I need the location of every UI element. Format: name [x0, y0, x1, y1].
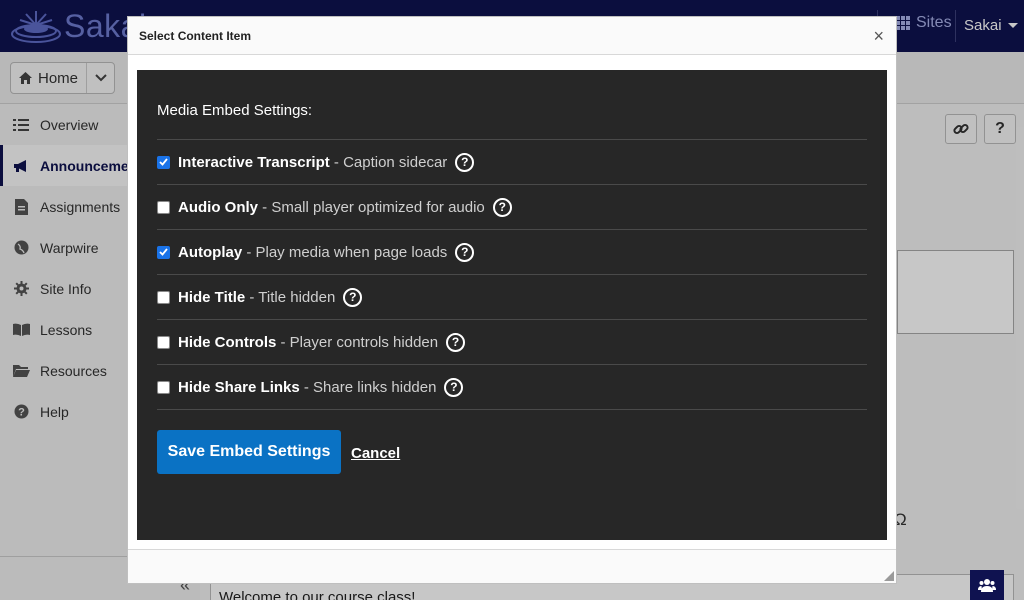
- option-description[interactable]: - Share links hidden: [300, 379, 437, 396]
- media-embed-settings-panel: Media Embed Settings: Interactive Transc…: [137, 70, 887, 540]
- select-content-item-dialog: Select Content Item × Media Embed Settin…: [127, 16, 897, 584]
- checkbox-autoplay[interactable]: [157, 245, 170, 259]
- option-hide-share-links: Hide Share Links - Share links hidden ?: [157, 365, 867, 410]
- checkbox-hide-title[interactable]: [157, 290, 170, 304]
- question-circle-icon[interactable]: ?: [446, 332, 466, 352]
- resize-grip-icon[interactable]: [884, 571, 894, 581]
- settings-heading: Media Embed Settings:: [157, 102, 313, 119]
- question-circle-icon[interactable]: ?: [455, 152, 475, 172]
- checkbox-hide-share-links[interactable]: [157, 380, 170, 394]
- close-icon[interactable]: ×: [873, 27, 884, 45]
- question-circle-icon[interactable]: ?: [444, 377, 464, 397]
- option-name[interactable]: Hide Share Links: [178, 379, 300, 396]
- option-hide-controls: Hide Controls - Player controls hidden ?: [157, 320, 867, 365]
- checkbox-hide-controls[interactable]: [157, 335, 170, 349]
- option-audio-only: Audio Only - Small player optimized for …: [157, 185, 867, 230]
- option-description[interactable]: - Small player optimized for audio: [258, 199, 485, 216]
- cancel-link[interactable]: Cancel: [351, 445, 400, 462]
- dialog-footer: [128, 549, 896, 583]
- option-description[interactable]: - Play media when page loads: [242, 244, 447, 261]
- option-hide-title: Hide Title - Title hidden ?: [157, 275, 867, 320]
- option-interactive-transcript: Interactive Transcript - Caption sidecar…: [157, 140, 867, 185]
- option-name[interactable]: Autoplay: [178, 244, 242, 261]
- option-name[interactable]: Audio Only: [178, 199, 258, 216]
- question-circle-icon[interactable]: ?: [455, 242, 475, 262]
- option-description[interactable]: - Title hidden: [245, 289, 335, 306]
- settings-list: Interactive Transcript - Caption sidecar…: [157, 139, 867, 410]
- option-autoplay: Autoplay - Play media when page loads ?: [157, 230, 867, 275]
- option-description[interactable]: - Player controls hidden: [276, 334, 439, 351]
- option-name[interactable]: Hide Title: [178, 289, 245, 306]
- dialog-header: Select Content Item ×: [128, 17, 896, 55]
- checkbox-interactive-transcript[interactable]: [157, 155, 170, 169]
- question-circle-icon[interactable]: ?: [343, 287, 363, 307]
- roster-button[interactable]: [970, 570, 1004, 600]
- users-icon: [978, 579, 996, 592]
- option-name[interactable]: Interactive Transcript: [178, 154, 330, 171]
- option-name[interactable]: Hide Controls: [178, 334, 276, 351]
- option-description[interactable]: - Caption sidecar: [330, 154, 447, 171]
- dialog-title: Select Content Item: [139, 29, 252, 43]
- checkbox-audio-only[interactable]: [157, 200, 170, 214]
- question-circle-icon[interactable]: ?: [492, 197, 512, 217]
- save-embed-settings-button[interactable]: Save Embed Settings: [157, 430, 341, 474]
